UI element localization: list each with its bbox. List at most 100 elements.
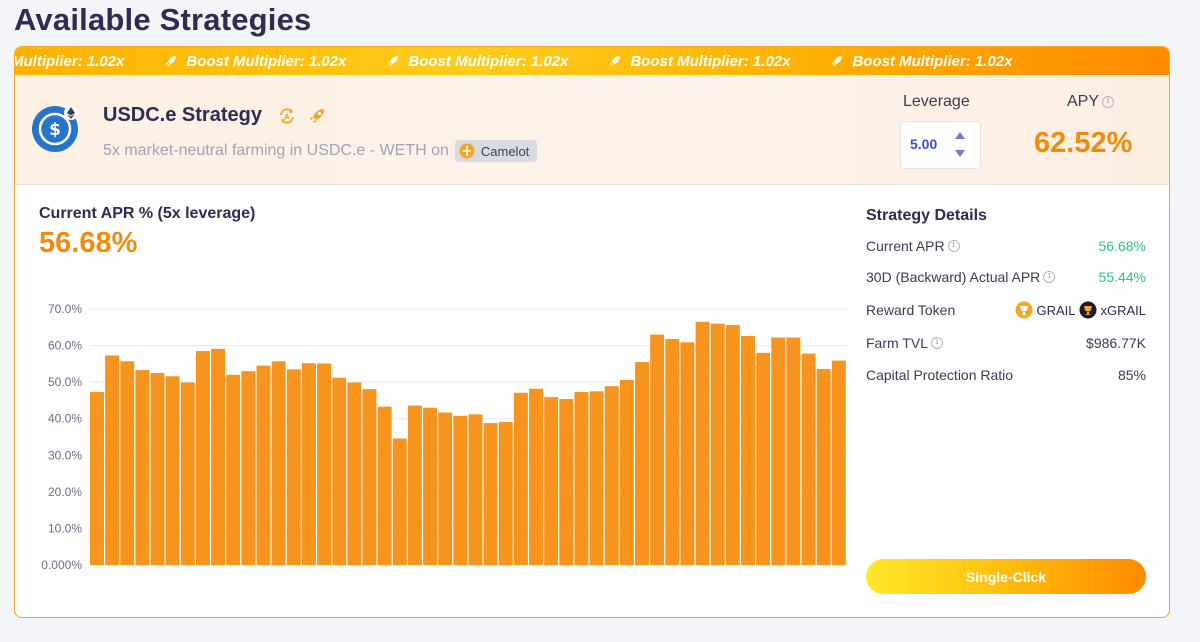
- apr-bar[interactable]: [453, 415, 468, 565]
- apr-bar[interactable]: [574, 392, 589, 565]
- boost-banner: Multiplier: 1.02x Boost Multiplier: 1.02…: [15, 47, 1169, 75]
- detail-label: Farm TVL: [866, 335, 943, 351]
- apr-bar[interactable]: [604, 386, 619, 565]
- capital-protection-value: 85%: [1117, 367, 1146, 383]
- reward-token-label: Reward Token: [866, 302, 956, 318]
- apr-bar[interactable]: [120, 361, 135, 565]
- detail-row-actual-apr: 30D (Backward) Actual APR 55.44%: [866, 269, 1146, 285]
- apr-bar[interactable]: [725, 325, 740, 565]
- dex-chip[interactable]: Camelot: [454, 140, 538, 162]
- detail-label: Current APR: [866, 238, 960, 254]
- info-icon[interactable]: [930, 337, 943, 349]
- y-tick-label: 20.0%: [48, 485, 82, 499]
- apr-bar[interactable]: [165, 376, 180, 565]
- farm-tvl-value: $986.77K: [1086, 335, 1146, 351]
- apr-bar[interactable]: [226, 374, 241, 565]
- apr-bar[interactable]: [271, 361, 286, 565]
- rocket-icon: [166, 56, 177, 66]
- apr-bar[interactable]: [135, 370, 150, 565]
- apr-bar[interactable]: [241, 371, 256, 565]
- apr-bar[interactable]: [710, 323, 725, 565]
- actual-apr-label: 30D (Backward) Actual APR: [866, 269, 1041, 285]
- apr-bar[interactable]: [301, 363, 316, 565]
- apr-bar[interactable]: [831, 360, 846, 565]
- camelot-icon: [459, 143, 475, 159]
- apr-bar[interactable]: [741, 336, 755, 565]
- leverage-value[interactable]: 5.00: [910, 136, 937, 152]
- apr-bar[interactable]: [150, 373, 165, 565]
- decrease-icon[interactable]: [955, 150, 965, 157]
- apr-bar[interactable]: [513, 392, 528, 565]
- apr-bar[interactable]: [347, 382, 362, 565]
- apr-bar[interactable]: [589, 391, 604, 565]
- apr-bar[interactable]: [407, 405, 422, 565]
- apr-bar[interactable]: [756, 352, 771, 565]
- strategy-name: USDC.e Strategy: [103, 104, 262, 126]
- apr-bar[interactable]: [317, 363, 332, 565]
- detail-row-reward-token: Reward Token GRAIL xGRAIL: [866, 301, 1146, 319]
- apr-bar[interactable]: [771, 337, 786, 565]
- increase-icon[interactable]: [955, 132, 965, 139]
- banner-item: Boost Multiplier: 1.02x: [164, 53, 346, 70]
- info-icon[interactable]: [947, 240, 960, 252]
- rocket-icon: [388, 56, 399, 66]
- apr-bar[interactable]: [377, 406, 392, 565]
- apr-bar[interactable]: [438, 412, 453, 565]
- apr-bar[interactable]: [650, 334, 665, 565]
- apr-bar[interactable]: [786, 337, 801, 565]
- detail-row-current-apr: Current APR 56.68%: [866, 238, 1146, 254]
- apr-bar[interactable]: [529, 388, 543, 565]
- capital-protection-label: Capital Protection Ratio: [866, 367, 1014, 383]
- apr-bar[interactable]: [635, 362, 649, 565]
- apr-bar[interactable]: [286, 369, 301, 565]
- usdc-icon: $: [32, 106, 78, 152]
- apr-value: 56.68%: [39, 227, 138, 259]
- info-icon[interactable]: [1043, 271, 1056, 283]
- banner-item-label: Boost Multiplier: 1.02x: [630, 52, 791, 70]
- strategy-description-text: 5x market-neutral farming in USDC.e - WE…: [103, 142, 449, 159]
- banner-item: Multiplier: 1.02x: [15, 53, 124, 70]
- apr-bar[interactable]: [544, 397, 559, 565]
- apr-bar[interactable]: [362, 389, 377, 565]
- apr-bar[interactable]: [498, 422, 513, 565]
- apr-bar[interactable]: [680, 342, 695, 565]
- apr-bar[interactable]: [392, 438, 407, 565]
- grail-icon: [1015, 301, 1033, 319]
- detail-row-capital-protection: Capital Protection Ratio 85%: [866, 367, 1146, 383]
- y-tick-label: 40.0%: [48, 412, 82, 426]
- apr-bar[interactable]: [801, 353, 816, 565]
- apr-bar[interactable]: [665, 338, 680, 565]
- apr-bar[interactable]: [619, 379, 634, 565]
- apr-bar[interactable]: [211, 348, 226, 565]
- apr-bar[interactable]: [195, 351, 210, 565]
- current-apr-label: Current APR: [866, 238, 945, 254]
- leverage-label: Leverage: [903, 93, 970, 110]
- apr-bar[interactable]: [256, 365, 271, 565]
- apr-bar[interactable]: [423, 407, 438, 565]
- page-title: Available Strategies: [14, 2, 312, 37]
- token-xgrail: xGRAIL: [1079, 301, 1146, 319]
- token-grail: GRAIL: [1015, 301, 1075, 319]
- apr-bar[interactable]: [695, 321, 710, 565]
- y-tick-label: 30.0%: [48, 448, 82, 462]
- apr-bar[interactable]: [468, 414, 483, 565]
- apr-bar[interactable]: [105, 355, 120, 565]
- leverage-stepper[interactable]: 5.00: [900, 121, 981, 169]
- apr-bar[interactable]: [559, 398, 574, 565]
- y-tick-label: 50.0%: [48, 375, 82, 389]
- info-icon[interactable]: [1102, 96, 1115, 108]
- apr-bar[interactable]: [483, 423, 498, 565]
- banner-item: Boost Multiplier: 1.02x: [608, 53, 790, 70]
- apr-bar[interactable]: [332, 377, 347, 565]
- reward-token-2: xGRAIL: [1100, 302, 1146, 318]
- apr-bar[interactable]: [816, 368, 831, 565]
- apr-bar[interactable]: [90, 392, 104, 565]
- reward-tokens: GRAIL xGRAIL: [1011, 301, 1146, 319]
- banner-item-label: Boost Multiplier: 1.02x: [408, 52, 569, 70]
- single-click-button[interactable]: Single-Click: [866, 559, 1146, 594]
- svg-text:A: A: [284, 113, 290, 121]
- apr-bar[interactable]: [180, 382, 195, 565]
- strategy-card[interactable]: Multiplier: 1.02x Boost Multiplier: 1.02…: [14, 46, 1170, 618]
- details-title: Strategy Details: [866, 207, 987, 224]
- banner-item-label: Multiplier: 1.02x: [15, 52, 125, 70]
